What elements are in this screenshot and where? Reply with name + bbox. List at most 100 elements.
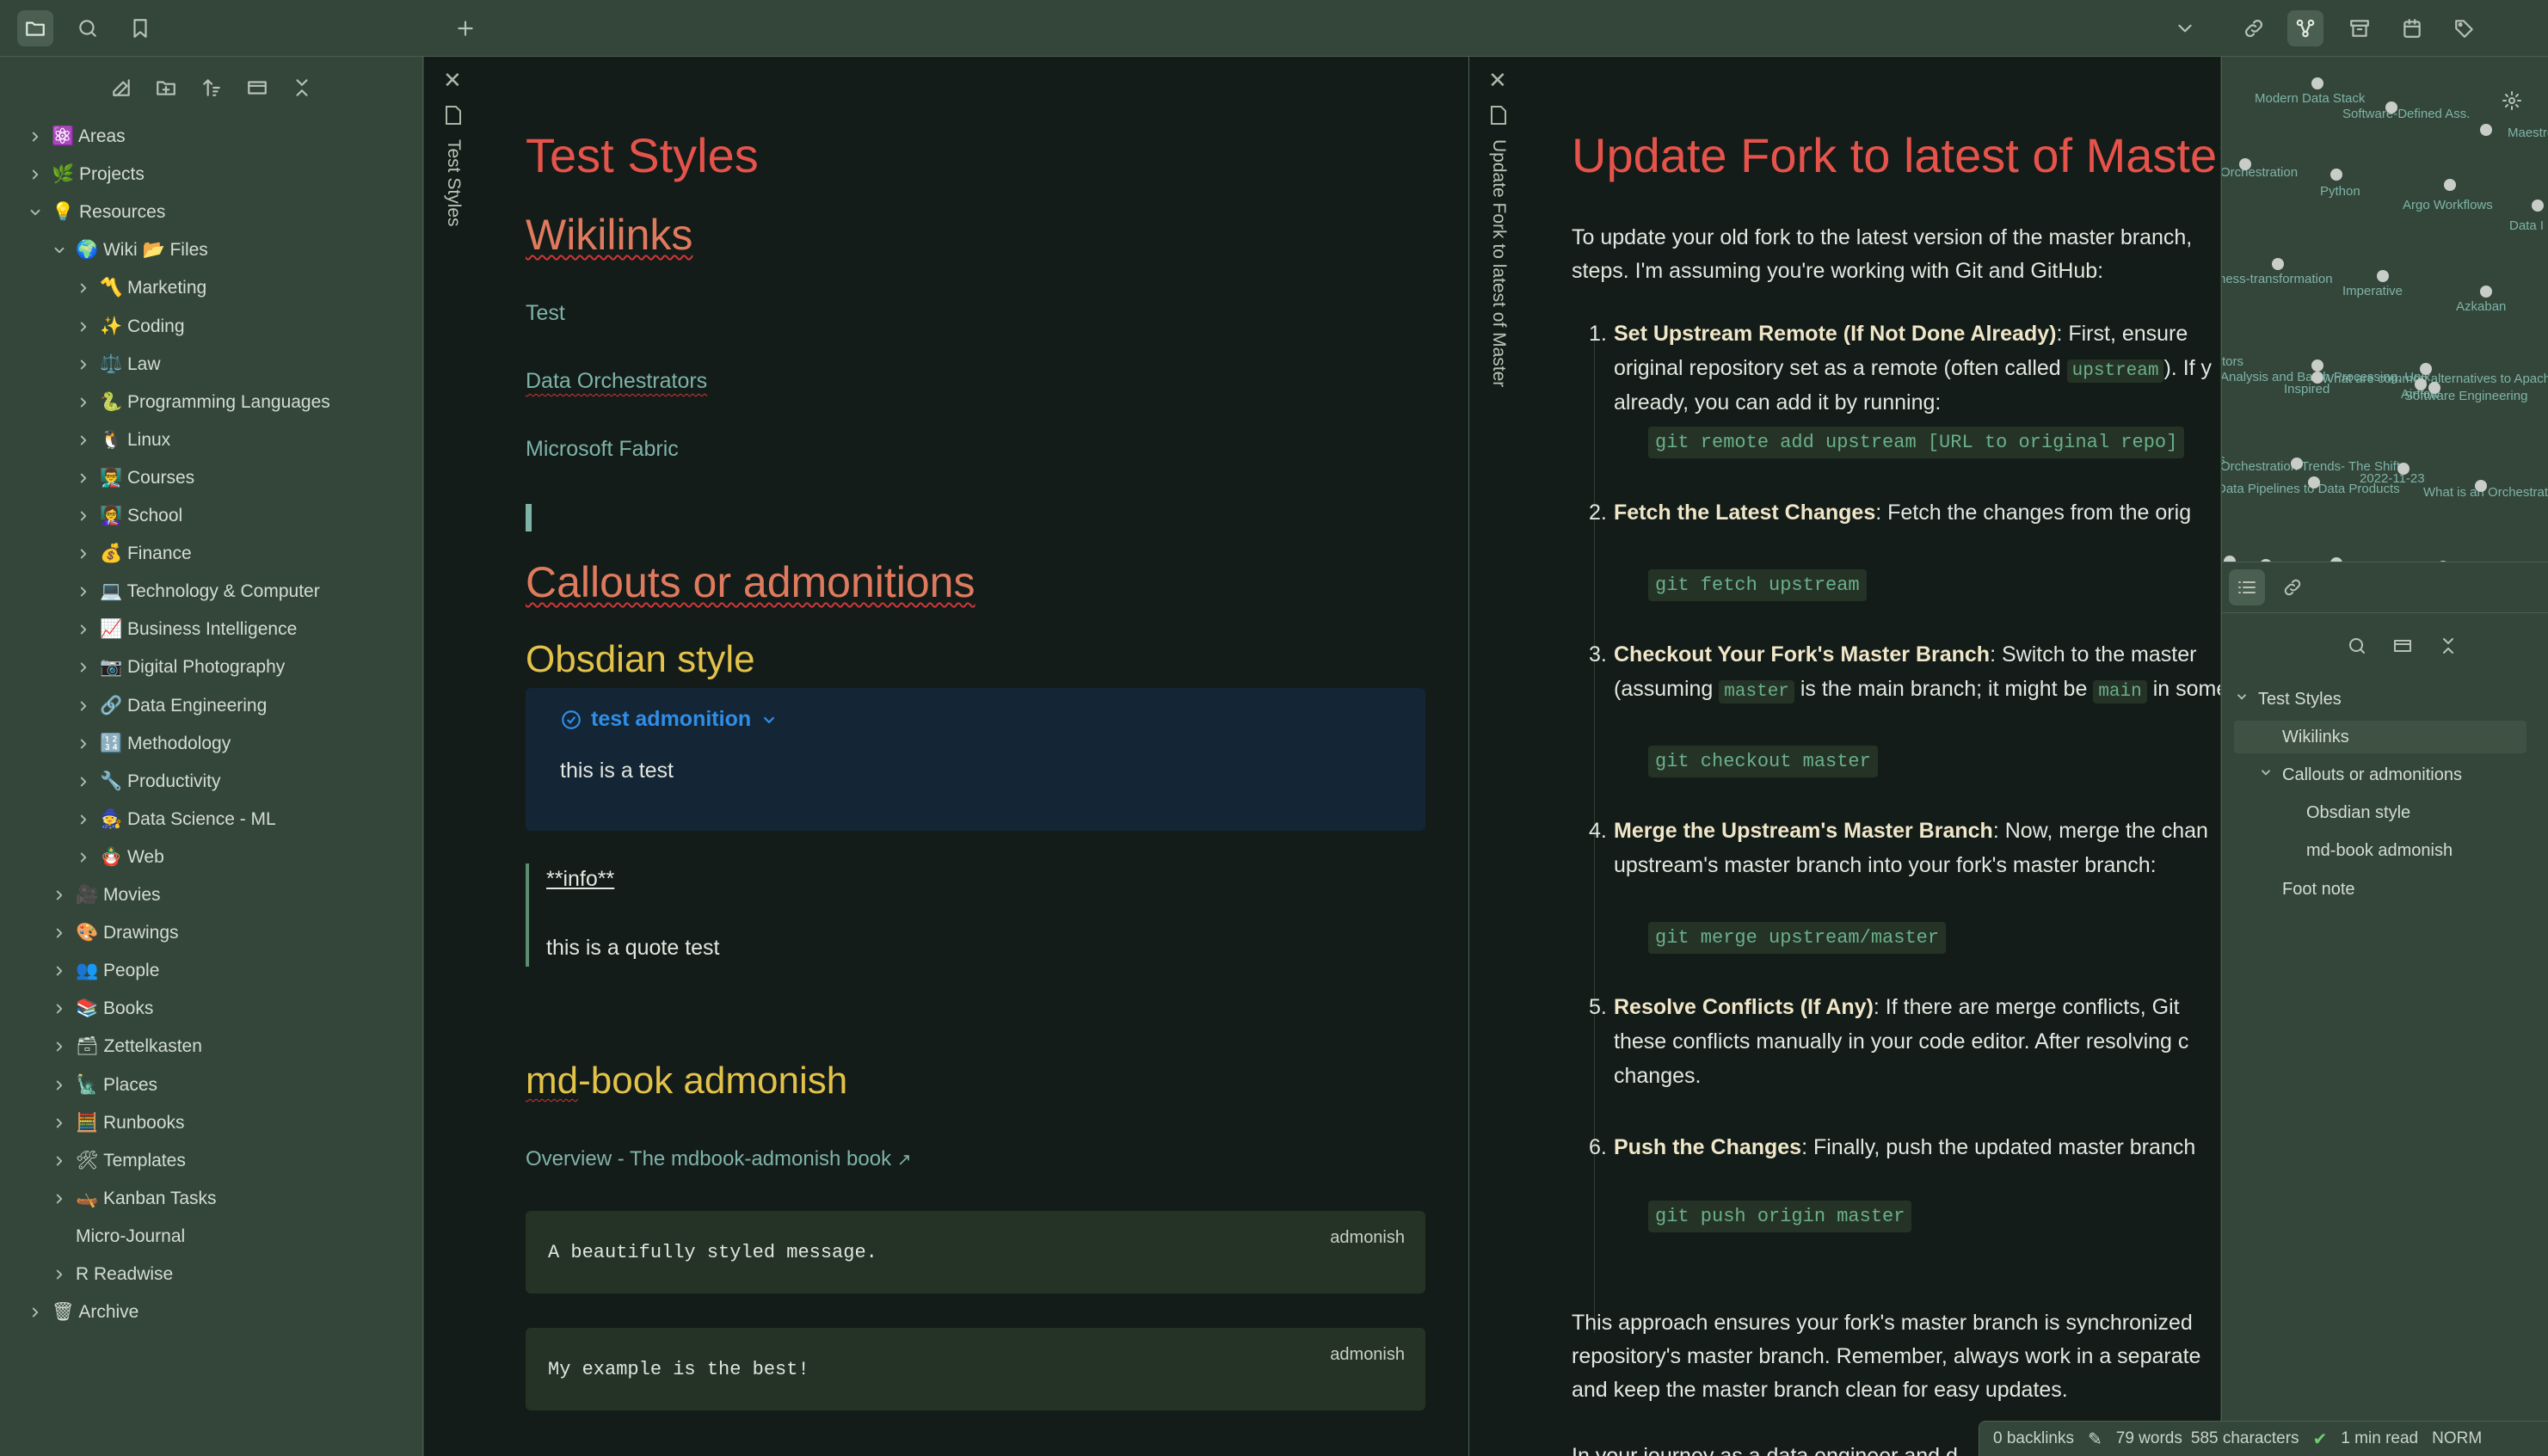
- tree-item[interactable]: 💻 Technology & Computer: [72, 574, 320, 609]
- chevron-right-icon: [72, 433, 95, 448]
- tree-item[interactable]: 🧙 Data Science - ML: [72, 802, 276, 837]
- graph-node[interactable]: [2444, 179, 2456, 191]
- vertical-tab-header[interactable]: ✕ Update Fork to latest of Master: [1469, 57, 1528, 1456]
- tree-item[interactable]: 💡 Resources: [24, 195, 165, 230]
- tree-item[interactable]: 📷 Digital Photography: [72, 650, 285, 685]
- graph-node[interactable]: [2397, 463, 2410, 475]
- tree-item-label: 📈 Business Intelligence: [100, 619, 298, 640]
- tree-item-label: 💰 Finance: [100, 544, 192, 564]
- tree-item[interactable]: 💰 Finance: [72, 537, 192, 571]
- chevron-right-icon: [48, 1078, 71, 1093]
- tree-item[interactable]: 🔧 Productivity: [72, 765, 221, 799]
- chevron-down-icon[interactable]: [2167, 10, 2203, 46]
- graph-node[interactable]: [2420, 363, 2432, 375]
- tree-item[interactable]: 🎥 Movies: [48, 878, 161, 912]
- close-tab-icon[interactable]: ✕: [1488, 67, 1507, 94]
- tree-item[interactable]: 🧮 Runbooks: [48, 1106, 185, 1140]
- tree-item[interactable]: 🗽 Places: [48, 1068, 157, 1103]
- collapse-all-icon[interactable]: [286, 72, 317, 103]
- outline-item[interactable]: md-book admonish: [2282, 835, 2453, 868]
- graph-icon[interactable]: [2287, 10, 2323, 46]
- vertical-tab-header[interactable]: ✕ Test Styles: [424, 57, 483, 1456]
- tab-title[interactable]: Update Fork to latest of Master: [1488, 139, 1509, 387]
- graph-node[interactable]: [2239, 158, 2251, 170]
- pencil-icon[interactable]: ✎: [2088, 1428, 2102, 1450]
- wikilink-microsoft-fabric[interactable]: Microsoft Fabric: [526, 437, 679, 462]
- tree-item[interactable]: R Readwise: [48, 1257, 173, 1292]
- outline-icon[interactable]: [2229, 569, 2265, 605]
- graph-node[interactable]: [2385, 101, 2397, 114]
- tags-icon[interactable]: [2446, 10, 2483, 46]
- tree-item[interactable]: ✨ Coding: [72, 310, 185, 344]
- chevron-right-icon: [72, 736, 95, 752]
- callout-title[interactable]: test admonition: [560, 707, 779, 732]
- tree-item[interactable]: ⚛️ Areas: [24, 120, 126, 154]
- graph-node[interactable]: [2308, 476, 2320, 488]
- archive-icon[interactable]: [2342, 10, 2378, 46]
- overview-external-link[interactable]: Overview - The mdbook-admonish book ↗: [526, 1147, 912, 1171]
- graph-node[interactable]: [2532, 200, 2544, 212]
- tree-item[interactable]: 〽️ Marketing: [72, 271, 206, 305]
- folder-icon[interactable]: [17, 10, 53, 46]
- tree-item[interactable]: 🛠 Templates: [48, 1144, 186, 1178]
- backlinks-count[interactable]: 0 backlinks: [1993, 1429, 2074, 1448]
- tree-item[interactable]: 🪆 Web: [72, 840, 164, 875]
- tree-item[interactable]: 🌍 Wiki 📂 Files: [48, 233, 208, 267]
- tree-item[interactable]: 📚 Books: [48, 992, 153, 1026]
- tree-item[interactable]: 🎨 Drawings: [48, 916, 179, 950]
- graph-node[interactable]: [2330, 169, 2342, 181]
- graph-view[interactable]: Modern Data Stack Software-Defined Ass. Ma…: [2222, 57, 2548, 562]
- tree-item[interactable]: 🗑 Archive: [24, 1295, 138, 1330]
- graph-node[interactable]: [2291, 458, 2303, 470]
- tree-item[interactable]: 🌿 Projects: [24, 157, 145, 192]
- outline-item[interactable]: Callouts or admonitions: [2258, 759, 2462, 791]
- collapse-all-icon[interactable]: [2430, 628, 2466, 664]
- outline-item[interactable]: Obsdian style: [2282, 797, 2410, 830]
- tree-item[interactable]: 🗃 Zettelkasten: [48, 1029, 202, 1064]
- wikilink-data-orchestrators[interactable]: Data Orchestrators: [526, 369, 707, 394]
- tree-item[interactable]: 🔢 Methodology: [72, 727, 231, 761]
- bookmark-icon[interactable]: [122, 10, 158, 46]
- outline-item[interactable]: Foot note: [2258, 873, 2355, 906]
- graph-node[interactable]: [2475, 480, 2487, 492]
- graph-node[interactable]: [2377, 270, 2389, 282]
- collapse-view-icon[interactable]: [2385, 628, 2421, 664]
- tree-item[interactable]: 👩‍🏫 School: [72, 499, 182, 533]
- graph-settings-gear-icon[interactable]: [2494, 83, 2530, 119]
- graph-node[interactable]: [2311, 77, 2323, 89]
- new-tab-plus-icon[interactable]: [447, 10, 483, 46]
- graph-node[interactable]: [2480, 124, 2492, 136]
- graph-node[interactable]: [2428, 382, 2440, 394]
- tree-item[interactable]: 📈 Business Intelligence: [72, 612, 297, 647]
- tree-item[interactable]: 🐧 Linux: [72, 423, 170, 458]
- search-icon[interactable]: [2339, 628, 2375, 664]
- outline-item[interactable]: Wikilinks: [2234, 721, 2526, 754]
- search-icon[interactable]: [70, 10, 106, 46]
- tree-item[interactable]: 🛶 Kanban Tasks: [48, 1182, 217, 1216]
- calendar-icon[interactable]: [2394, 10, 2430, 46]
- sync-check-icon[interactable]: ✔: [2313, 1428, 2328, 1450]
- chevron-right-icon: [48, 963, 71, 979]
- graph-node[interactable]: [2311, 359, 2323, 372]
- outline-item[interactable]: Test Styles: [2234, 683, 2342, 716]
- tab-title[interactable]: Test Styles: [443, 139, 464, 227]
- tree-item[interactable]: ⚖️ Law: [72, 347, 161, 382]
- tree-item[interactable]: 🐍 Programming Languages: [72, 385, 330, 420]
- graph-node[interactable]: [2272, 258, 2284, 270]
- graph-node[interactable]: [2224, 556, 2236, 562]
- tree-item[interactable]: 🔗 Data Engineering: [72, 689, 267, 723]
- wikilink-test[interactable]: Test: [526, 301, 565, 326]
- new-note-icon[interactable]: [106, 72, 137, 103]
- tree-item[interactable]: 👥 People: [48, 954, 159, 988]
- sort-icon[interactable]: [196, 72, 227, 103]
- close-tab-icon[interactable]: ✕: [443, 67, 462, 94]
- chevron-right-icon: [48, 888, 71, 903]
- graph-node[interactable]: [2480, 286, 2492, 298]
- tree-item-label: 👥 People: [76, 961, 160, 981]
- new-folder-icon[interactable]: [151, 72, 182, 103]
- outgoing-links-icon[interactable]: [2274, 569, 2311, 605]
- link-icon[interactable]: [2236, 10, 2272, 46]
- tree-item[interactable]: Micro-Journal: [48, 1219, 185, 1254]
- collapse-view-icon[interactable]: [242, 72, 273, 103]
- tree-item[interactable]: 👨‍🏫 Courses: [72, 461, 194, 495]
